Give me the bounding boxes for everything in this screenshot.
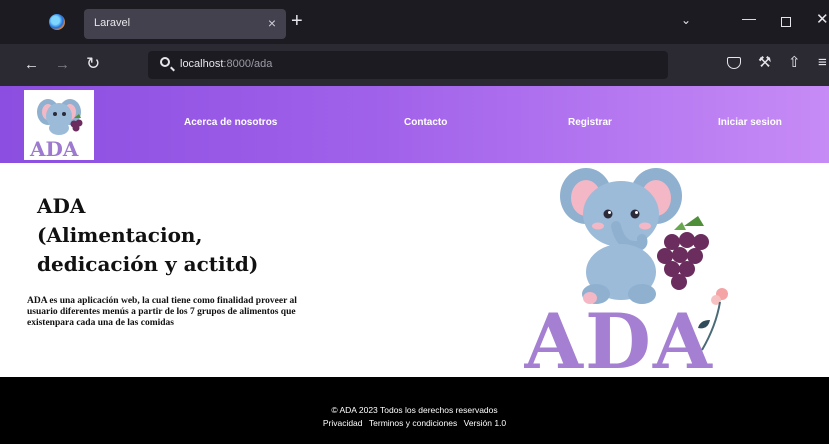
url-path: :8000/ada — [223, 58, 273, 70]
hero-description: ADA es una aplicación web, la cual tiene… — [27, 296, 297, 329]
nav-link-about[interactable]: Acerca de nosotros — [184, 117, 277, 128]
menu-icon[interactable]: ≡ — [818, 54, 827, 71]
tab-close-icon[interactable]: × — [268, 15, 276, 31]
page-title: ADA (Alimentacion, dedicación y actitd) — [37, 192, 337, 279]
share-icon[interactable]: ⇧ — [788, 53, 801, 71]
reload-icon[interactable]: ↻ — [86, 54, 100, 74]
minimize-icon[interactable]: — — [742, 10, 756, 26]
title-line-3: dedicación y actitd) — [37, 252, 259, 276]
tab-title: Laravel — [94, 17, 131, 29]
footer-copyright: © ADA 2023 Todos los derechos reservados — [331, 405, 498, 415]
url-host: localhost — [180, 58, 224, 70]
nav-link-register[interactable]: Registrar — [568, 117, 612, 128]
footer-link-terms[interactable]: Terminos y condiciones — [369, 418, 457, 428]
browser-tab[interactable]: Laravel × — [84, 9, 286, 39]
site-header: ADA Acerca de nosotros Contacto Registra… — [0, 86, 829, 163]
url-text[interactable]: localhost:8000/ada — [180, 58, 272, 70]
footer-link-privacy[interactable]: Privacidad — [323, 418, 363, 428]
wrench-icon[interactable]: ⚒ — [758, 53, 771, 71]
forward-arrow-icon[interactable]: → — [55, 56, 70, 73]
logo-text: ADA — [29, 137, 79, 160]
nav-link-contact[interactable]: Contacto — [404, 117, 447, 128]
maximize-icon[interactable] — [781, 17, 791, 27]
site-logo[interactable]: ADA — [24, 90, 94, 161]
site-footer: © ADA 2023 Todos los derechos reservados… — [0, 377, 829, 444]
address-bar[interactable]: localhost:8000/ada — [148, 51, 668, 79]
elephant-grapes-icon: ADA — [523, 168, 728, 386]
hero-art-text: ADA — [524, 297, 714, 374]
title-line-2: (Alimentacion, — [37, 223, 203, 247]
title-line-1: ADA — [37, 194, 86, 218]
close-window-icon[interactable]: ✕ — [816, 10, 829, 28]
firefox-logo-icon — [49, 14, 65, 30]
pocket-icon[interactable] — [727, 57, 741, 69]
nav-link-login[interactable]: Iniciar sesion — [718, 117, 782, 128]
elephant-logo-icon: ADA — [29, 99, 83, 161]
search-icon — [160, 57, 170, 67]
footer-version: Versión 1.0 — [463, 418, 507, 428]
browser-tab-strip: Laravel × + ⌄ — ✕ — [0, 0, 829, 44]
new-tab-icon[interactable]: + — [291, 11, 303, 31]
hero-illustration: ADA — [523, 164, 754, 386]
browser-toolbar: ← → ↻ localhost:8000/ada ⚒ ⇧ ≡ — [0, 44, 829, 86]
footer-links: Privacidad Terminos y condiciones Versió… — [0, 418, 829, 428]
back-arrow-icon[interactable]: ← — [24, 56, 39, 73]
chevron-down-icon[interactable]: ⌄ — [681, 13, 691, 27]
